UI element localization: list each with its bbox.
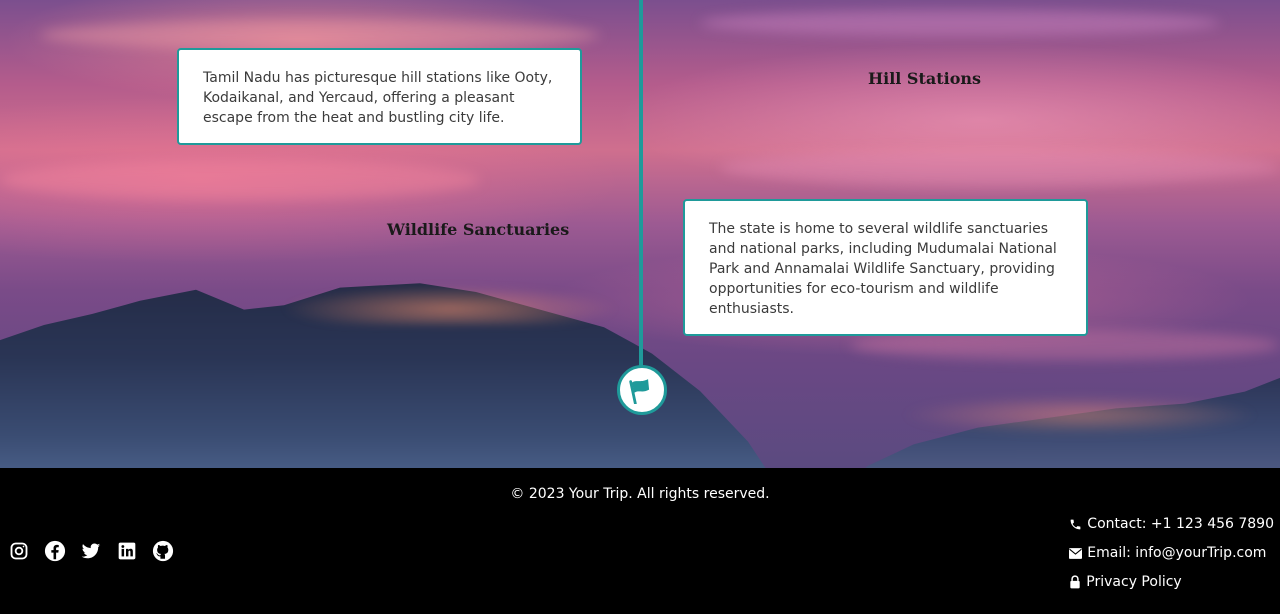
- footer: © 2023 Your Trip. All rights reserved. C…: [0, 468, 1280, 614]
- contact-phone-text: Contact: +1 123 456 7890: [1087, 516, 1274, 532]
- timeline-card-wildlife-sanctuaries: The state is home to several wildlife sa…: [683, 199, 1088, 336]
- timeline-card-text: Tamil Nadu has picturesque hill stations…: [203, 70, 553, 126]
- linkedin-icon[interactable]: [116, 540, 138, 562]
- contact-email-text: Email: info@yourTrip.com: [1087, 545, 1267, 561]
- phone-icon: [1070, 519, 1081, 529]
- timeline-flag-marker: [617, 365, 667, 415]
- timeline-card-text: The state is home to several wildlife sa…: [709, 221, 1057, 317]
- mountain-glow: [280, 285, 620, 325]
- privacy-policy-text: Privacy Policy: [1086, 574, 1182, 590]
- facebook-icon[interactable]: [44, 540, 66, 562]
- cloud-streak: [40, 20, 600, 50]
- lock-icon: [1070, 575, 1080, 589]
- timeline-heading-wildlife-sanctuaries: Wildlife Sanctuaries: [387, 220, 570, 239]
- cloud-streak: [720, 150, 1280, 186]
- timeline-card-hill-stations: Tamil Nadu has picturesque hill stations…: [177, 48, 582, 145]
- copyright-text: © 2023 Your Trip. All rights reserved.: [510, 486, 770, 502]
- contact-phone: Contact: +1 123 456 7890: [1069, 514, 1274, 534]
- cloud-streak: [0, 160, 480, 200]
- cloud-streak: [700, 10, 1220, 36]
- timeline-line: [639, 0, 643, 372]
- privacy-policy-link[interactable]: Privacy Policy: [1069, 572, 1274, 592]
- contact-email[interactable]: Email: info@yourTrip.com: [1069, 543, 1274, 563]
- envelope-icon: [1069, 547, 1083, 559]
- instagram-icon[interactable]: [8, 540, 30, 562]
- twitter-icon[interactable]: [80, 540, 102, 562]
- social-links: [8, 540, 174, 562]
- contact-info: Contact: +1 123 456 7890 Email: info@you…: [1069, 514, 1274, 592]
- mountain-glow: [900, 395, 1260, 435]
- timeline-heading-hill-stations: Hill Stations: [868, 69, 982, 88]
- flag-icon: [629, 379, 650, 404]
- github-icon[interactable]: [152, 540, 174, 562]
